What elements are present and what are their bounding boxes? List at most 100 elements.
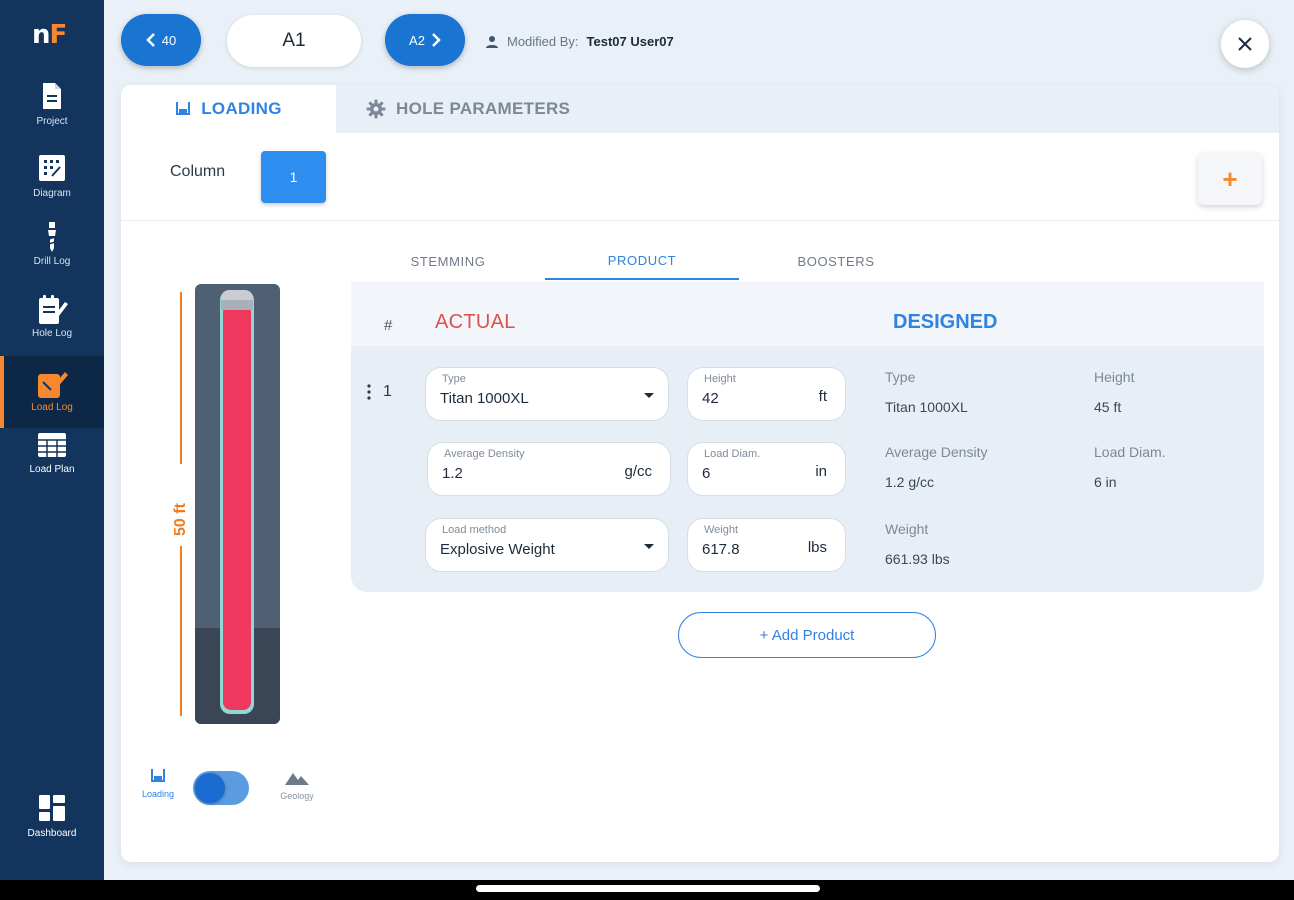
mountain-icon [285,773,309,785]
type-select-value: Titan 1000XL [440,390,529,407]
designed-type-value: Titan 1000XL [885,399,968,415]
tab-boosters[interactable]: BOOSTERS [739,242,933,280]
sidebar-item-load-plan[interactable]: Load Plan [0,432,104,504]
average-density-value: 1.2 [442,465,463,482]
toggle-knob [195,773,225,803]
average-density-field[interactable]: Average Density 1.2 g/cc [427,442,671,496]
weight-unit: lbs [807,539,827,556]
diagram-icon [39,155,65,181]
load-method-value: Explosive Weight [440,541,555,558]
sidebar: nF Project Diagram Drill Log Hole Log Lo… [0,0,104,880]
height-field[interactable]: Height 42 ft [687,367,846,421]
sidebar-item-diagram[interactable]: Diagram [0,154,104,226]
sidebar-item-load-log[interactable]: Load Log [0,356,104,428]
loading-view-option[interactable]: Loading [137,768,179,799]
dashboard-icon [39,795,65,821]
weight-field-label: Weight [704,524,739,536]
chevron-right-icon [432,33,441,47]
load-diameter-label: Load Diam. [704,448,761,460]
row-number-header: # [384,317,393,334]
weight-field[interactable]: Weight 617.8 lbs [687,518,846,572]
height-field-value: 42 [702,390,719,407]
close-icon [1238,37,1252,51]
close-button[interactable] [1221,20,1269,68]
modified-by-user: Test07 User07 [586,34,674,49]
load-diameter-field[interactable]: Load Diam. 6 in [687,442,846,496]
loading-view-label: Loading [141,789,175,799]
tab-loading-label: LOADING [201,99,282,118]
home-indicator[interactable] [476,885,820,892]
designed-height-label: Height [1094,369,1135,385]
load-diameter-unit: in [815,463,827,480]
sidebar-item-dashboard[interactable]: Dashboard [0,794,104,866]
weight-field-value: 617.8 [702,541,740,558]
modified-by-prefix: Modified By: [507,34,579,49]
type-select-label: Type [442,373,466,385]
designed-weight-value: 661.93 lbs [885,551,950,567]
add-product-button[interactable]: + Add Product [678,612,936,658]
explosive-column [223,304,251,710]
tab-hole-parameters[interactable]: HOLE PARAMETERS [366,85,570,133]
designed-density-label: Average Density [885,444,988,460]
modified-by: Modified By: Test07 User07 [485,34,674,49]
load-log-icon [38,372,68,398]
depth-label: 50 ft [172,503,189,537]
drill-icon [45,222,59,252]
sidebar-item-label: Hole Log [31,328,73,339]
tab-hole-parameters-label: HOLE PARAMETERS [396,99,571,118]
hole-loading-diagram [195,284,280,724]
sidebar-item-label: Load Log [31,402,73,413]
sidebar-item-label: Diagram [33,188,71,199]
sidebar-item-label: Project [36,116,68,127]
geology-view-label: Geology [280,791,314,801]
designed-diameter-label: Load Diam. [1094,444,1166,460]
geology-view-option[interactable]: Geology [272,770,322,801]
document-icon [43,83,61,109]
row-index: 1 [367,383,392,401]
bucket-icon [151,769,165,782]
depth-line-bottom [180,546,182,716]
designed-weight-label: Weight [885,521,929,537]
sidebar-item-hole-log[interactable]: Hole Log [0,292,104,364]
sidebar-item-label: Load Plan [29,464,75,475]
add-column-button[interactable]: + [1198,153,1262,205]
product-table-header: # ACTUAL DESIGNED [351,282,1264,346]
designed-title: DESIGNED [893,311,998,333]
gear-icon [366,99,386,119]
load-diameter-value: 6 [702,465,711,482]
designed-height-value: 45 ft [1094,399,1122,415]
load-method-select[interactable]: Load method Explosive Weight [425,518,669,572]
next-hole-label: A2 [409,32,425,48]
column-1-button[interactable]: 1 [261,151,326,203]
column-row: Column 1 [121,133,1279,221]
height-unit: ft [818,388,827,405]
actual-title: ACTUAL [435,311,516,333]
hole-log-icon [39,295,68,324]
column-label: Column [170,163,226,180]
chevron-left-icon [145,33,155,47]
tab-stemming[interactable]: STEMMING [351,242,545,280]
sidebar-item-project[interactable]: Project [0,82,104,154]
row-index-label: 1 [383,383,392,400]
designed-diameter-value: 6 in [1094,474,1117,490]
designed-type-label: Type [885,369,916,385]
previous-hole-label: 40 [161,32,177,48]
user-icon [486,35,498,48]
dropdown-caret-icon [644,393,654,398]
next-hole-button[interactable]: A2 [385,14,465,66]
view-toggle[interactable] [193,771,249,805]
drag-handle-icon[interactable] [367,384,371,400]
tab-loading[interactable]: LOADING [121,85,336,133]
previous-hole-button[interactable]: 40 [121,14,201,66]
sidebar-item-label: Dashboard [27,828,77,839]
tab-product[interactable]: PRODUCT [545,242,739,280]
depth-line-top [180,292,182,464]
type-select[interactable]: Type Titan 1000XL [425,367,669,421]
sidebar-item-drill-log[interactable]: Drill Log [0,220,104,292]
designed-density-value: 1.2 g/cc [885,474,935,490]
height-field-label: Height [704,373,736,385]
app-logo: nF [32,20,67,50]
bucket-icon [176,102,191,115]
hole-id-field[interactable]: A1 [227,15,361,67]
average-density-unit: g/cc [624,463,652,480]
